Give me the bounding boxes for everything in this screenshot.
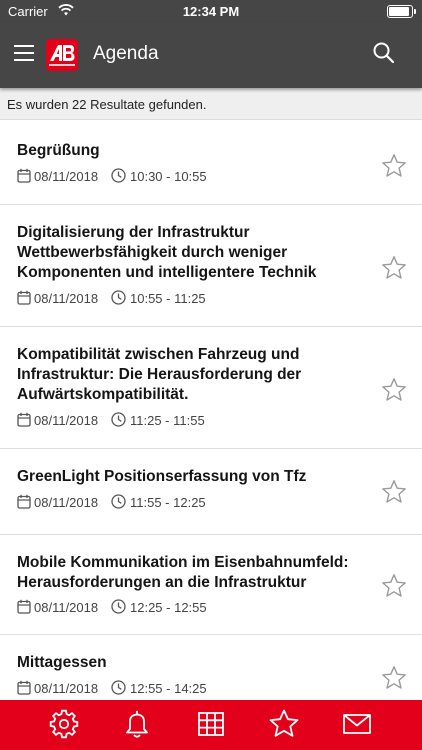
favorite-star-icon[interactable] [381, 377, 407, 403]
bell-icon[interactable] [121, 708, 153, 740]
hamburger-icon[interactable] [14, 42, 36, 64]
gear-icon[interactable] [48, 708, 80, 740]
clock-icon [111, 412, 126, 427]
item-title: Mittagessen [17, 654, 107, 671]
search-icon[interactable] [372, 41, 396, 65]
calendar-icon [17, 494, 31, 509]
favorite-star-icon[interactable] [381, 665, 407, 691]
list-item[interactable]: Mobile Kommunikation im Eisenbahnumfeld:… [0, 535, 422, 635]
item-title: GreenLight Positionserfassung von Tfz [17, 468, 307, 485]
status-bar: Carrier 12:34 PM [0, 0, 422, 22]
favorite-star-icon[interactable] [381, 153, 407, 179]
item-date: 08/11/2018 [34, 413, 99, 428]
list-item[interactable]: Kompatibilität zwischen Fahrzeug und Inf… [0, 327, 422, 449]
item-date: 08/11/2018 [34, 681, 99, 696]
item-time: 12:25 - 12:55 [130, 600, 207, 615]
item-title: Begrüßung [17, 142, 100, 159]
mail-icon[interactable] [341, 708, 373, 740]
list-item[interactable]: Begrüßung 08/11/2018 10:30 - 10:55 [0, 121, 422, 205]
item-title: Mobile Kommunikation im Eisenbahnumfeld:… [17, 554, 349, 591]
item-date: 08/11/2018 [34, 291, 99, 306]
agenda-list[interactable]: Begrüßung 08/11/2018 10:30 - 10:55 Digit… [0, 121, 422, 700]
item-date: 08/11/2018 [34, 600, 99, 615]
item-time: 12:55 - 14:25 [130, 681, 207, 696]
clock-icon [111, 599, 126, 614]
calendar-icon [17, 599, 31, 614]
grid-icon[interactable] [195, 708, 227, 740]
tab-bar [0, 700, 422, 750]
calendar-icon [17, 412, 31, 427]
favorite-star-icon[interactable] [381, 573, 407, 599]
calendar-icon [17, 680, 31, 695]
star-icon[interactable] [268, 708, 300, 740]
item-title: Digitalisierung der Infrastruktur Wettbe… [17, 224, 317, 281]
page-title: Agenda [93, 43, 159, 64]
favorite-star-icon[interactable] [381, 255, 407, 281]
clock-icon [111, 290, 126, 305]
list-item[interactable]: Digitalisierung der Infrastruktur Wettbe… [0, 205, 422, 327]
results-count: Es wurden 22 Resultate gefunden. [0, 88, 422, 120]
battery-icon [387, 5, 416, 18]
nav-bar: Agenda [0, 22, 422, 88]
app-logo [46, 39, 78, 71]
clock-icon [111, 494, 126, 509]
item-title: Kompatibilität zwischen Fahrzeug und Inf… [17, 346, 302, 403]
item-time: 10:30 - 10:55 [130, 169, 207, 184]
clock-icon [111, 168, 126, 183]
item-time: 11:25 - 11:55 [130, 413, 205, 428]
clock-icon [111, 680, 126, 695]
item-date: 08/11/2018 [34, 169, 99, 184]
calendar-icon [17, 290, 31, 305]
item-time: 11:55 - 12:25 [130, 495, 206, 510]
status-time: 12:34 PM [182, 4, 240, 19]
list-item[interactable]: GreenLight Positionserfassung von Tfz 08… [0, 449, 422, 535]
item-date: 08/11/2018 [34, 495, 99, 510]
calendar-icon [17, 168, 31, 183]
list-item[interactable]: Mittagessen 08/11/2018 12:55 - 14:25 [0, 635, 422, 700]
favorite-star-icon[interactable] [381, 479, 407, 505]
item-time: 10:55 - 11:25 [130, 291, 206, 306]
